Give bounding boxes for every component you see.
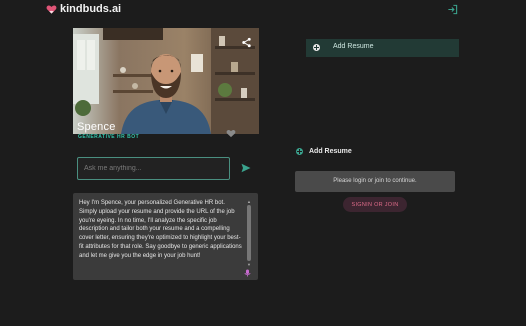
bot-photo-illustration (73, 28, 259, 134)
top-bar: kindbuds.ai (0, 0, 526, 20)
bot-photo (73, 28, 259, 134)
bot-subtitle: GENERATIVE HR BOT (78, 134, 140, 140)
microphone-icon[interactable] (244, 269, 251, 277)
brand-logo[interactable]: kindbuds.ai (46, 3, 121, 15)
scroll-down-arrow-icon[interactable]: ▼ (247, 262, 251, 267)
bot-description: Hey I'm Spence, your personalized Genera… (79, 200, 242, 259)
bot-name: Spence (77, 121, 116, 133)
heart-icon[interactable] (226, 129, 236, 138)
login-notice: Please login or join to continue. (295, 171, 455, 192)
add-resume-tab-label: Add Resume (333, 43, 374, 50)
add-resume-heading-label: Add Resume (309, 148, 352, 155)
send-icon[interactable] (241, 163, 251, 173)
heart-logo-icon (46, 5, 57, 14)
signin-or-join-button[interactable]: SIGNIN OR JOIN (343, 197, 407, 212)
chat-input[interactable] (77, 157, 230, 180)
share-icon[interactable] (241, 37, 252, 48)
bot-description-box: Hey I'm Spence, your personalized Genera… (73, 193, 258, 280)
scroll-up-arrow-icon[interactable]: ▲ (247, 199, 251, 204)
scroll-thumb[interactable] (247, 205, 251, 261)
plus-circle-icon (296, 148, 303, 155)
add-resume-heading: Add Resume (296, 148, 352, 155)
plus-circle-icon (313, 44, 320, 51)
login-arrow-icon[interactable] (447, 4, 458, 15)
add-resume-tab[interactable]: Add Resume (306, 39, 459, 57)
brand-name: kindbuds.ai (60, 3, 122, 15)
description-scrollbar[interactable]: ▲ ▼ (246, 199, 252, 271)
